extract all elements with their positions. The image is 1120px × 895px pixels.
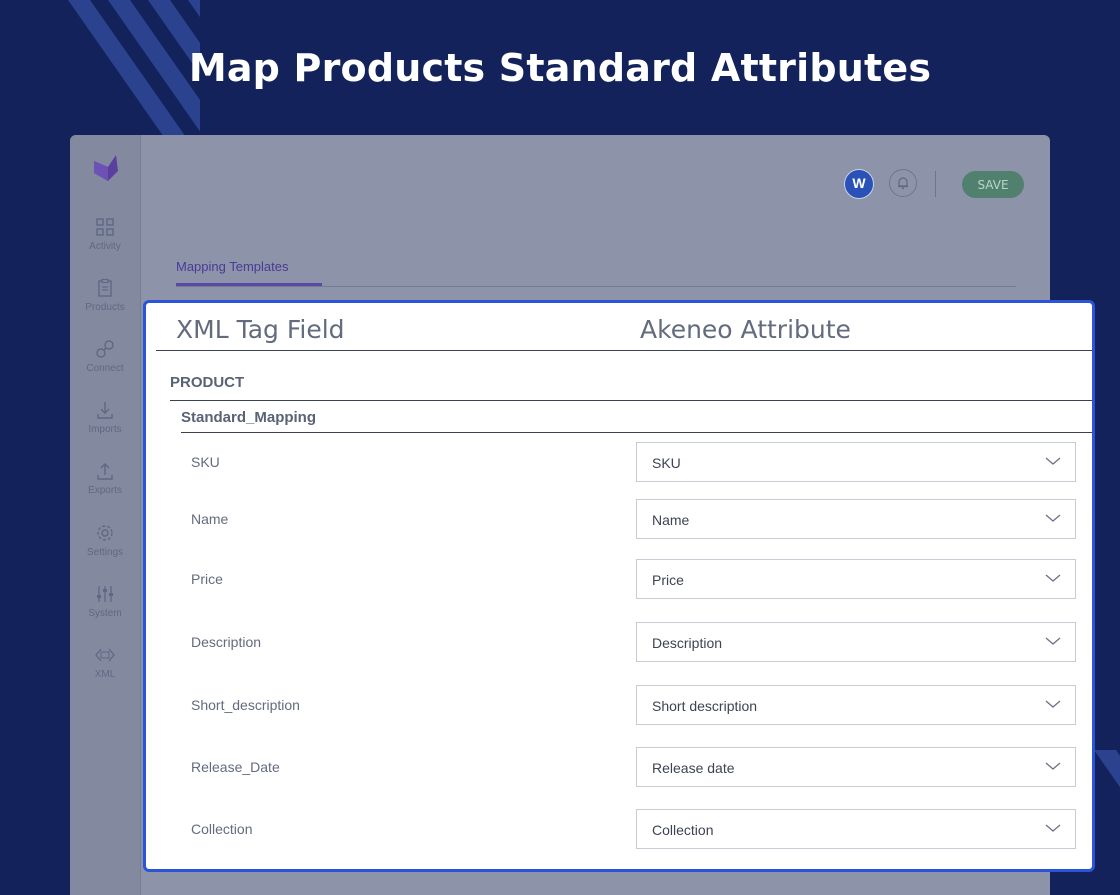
chevron-down-icon [1045, 762, 1061, 770]
sidebar-item-connect[interactable]: Connect [70, 339, 140, 374]
header-divider [156, 350, 1092, 351]
link-icon [96, 340, 114, 358]
sidebar-item-system[interactable]: System [70, 584, 140, 619]
save-button[interactable]: SAVE [962, 171, 1024, 198]
section-divider [170, 400, 1092, 401]
chevron-down-icon [1045, 637, 1061, 645]
akeneo-logo-icon [94, 155, 118, 181]
sidebar-item-activity[interactable]: Activity [70, 217, 140, 252]
notifications-button[interactable] [889, 169, 917, 197]
xml-field-label: Collection [191, 821, 253, 837]
sidebar-item-label: Settings [86, 547, 124, 558]
chevron-down-icon [1045, 574, 1061, 582]
select-value: Price [652, 572, 684, 588]
select-value: SKU [652, 455, 681, 471]
user-badge[interactable]: W [844, 169, 874, 199]
column-header-xml-tag: XML Tag Field [176, 315, 345, 344]
chevron-down-icon [1045, 514, 1061, 522]
attribute-select[interactable]: Name [636, 499, 1076, 539]
xml-icon [95, 648, 115, 662]
select-value: Short description [652, 698, 758, 714]
column-header-akeneo-attribute: Akeneo Attribute [640, 315, 851, 344]
attribute-select[interactable]: Price [636, 559, 1076, 599]
tab-mapping-templates[interactable]: Mapping Templates [176, 259, 289, 274]
group-title: Standard_Mapping [181, 409, 317, 426]
sidebar-item-imports[interactable]: Imports [70, 400, 140, 435]
sidebar-item-label: Activity [89, 241, 121, 252]
tab-divider [176, 286, 1016, 287]
select-value: Release date [652, 760, 735, 776]
sidebar-item-label: XML [94, 669, 116, 680]
sliders-icon [97, 586, 113, 602]
sidebar-item-products[interactable]: Products [70, 278, 140, 313]
mapping-row: Release_Date Release date [146, 747, 1092, 789]
attribute-select[interactable]: Release date [636, 747, 1076, 787]
chevron-down-icon [1045, 700, 1061, 708]
sidebar-item-xml[interactable]: XML [70, 645, 140, 680]
xml-field-label: Release_Date [191, 759, 280, 775]
sidebar: Activity Products Connect Imports Export… [70, 135, 141, 895]
xml-field-label: Price [191, 571, 223, 587]
mapping-row: Price Price [146, 559, 1092, 601]
sidebar-item-label: Imports [88, 424, 122, 435]
attribute-select[interactable]: Collection [636, 809, 1076, 849]
mapping-row: Collection Collection [146, 809, 1092, 851]
mapping-row: Description Description [146, 622, 1092, 664]
mapping-row: Short_description Short description [146, 685, 1092, 727]
upload-icon [97, 463, 113, 480]
group-divider [181, 432, 1092, 433]
xml-field-label: Name [191, 511, 229, 527]
mapping-panel: XML Tag Field Akeneo Attribute PRODUCT S… [143, 300, 1095, 872]
sidebar-item-exports[interactable]: Exports [70, 461, 140, 496]
topbar-divider [935, 171, 936, 197]
select-value: Name [652, 512, 690, 528]
sidebar-item-label: Connect [86, 363, 124, 374]
sidebar-item-label: Products [85, 302, 125, 313]
select-value: Collection [652, 822, 714, 838]
sidebar-item-settings[interactable]: Settings [70, 523, 140, 558]
sidebar-item-label: Exports [88, 485, 122, 496]
xml-field-label: SKU [191, 454, 220, 470]
attribute-select[interactable]: Description [636, 622, 1076, 662]
chevron-down-icon [1045, 824, 1061, 832]
xml-field-label: Description [191, 634, 262, 650]
page-title: Map Products Standard Attributes [188, 46, 932, 90]
clipboard-icon [98, 278, 112, 297]
attribute-select[interactable]: Short description [636, 685, 1076, 725]
sidebar-item-label: System [88, 608, 122, 619]
bell-icon [898, 177, 908, 190]
select-value: Description [652, 635, 723, 651]
download-icon [97, 402, 113, 419]
mapping-row: SKU SKU [146, 442, 1092, 484]
attribute-select[interactable]: SKU [636, 442, 1076, 482]
gear-icon [97, 525, 113, 541]
mapping-row: Name Name [146, 499, 1092, 541]
section-title: PRODUCT [170, 374, 245, 391]
chevron-down-icon [1045, 457, 1061, 465]
grid-icon [96, 218, 114, 236]
xml-field-label: Short_description [191, 697, 300, 713]
